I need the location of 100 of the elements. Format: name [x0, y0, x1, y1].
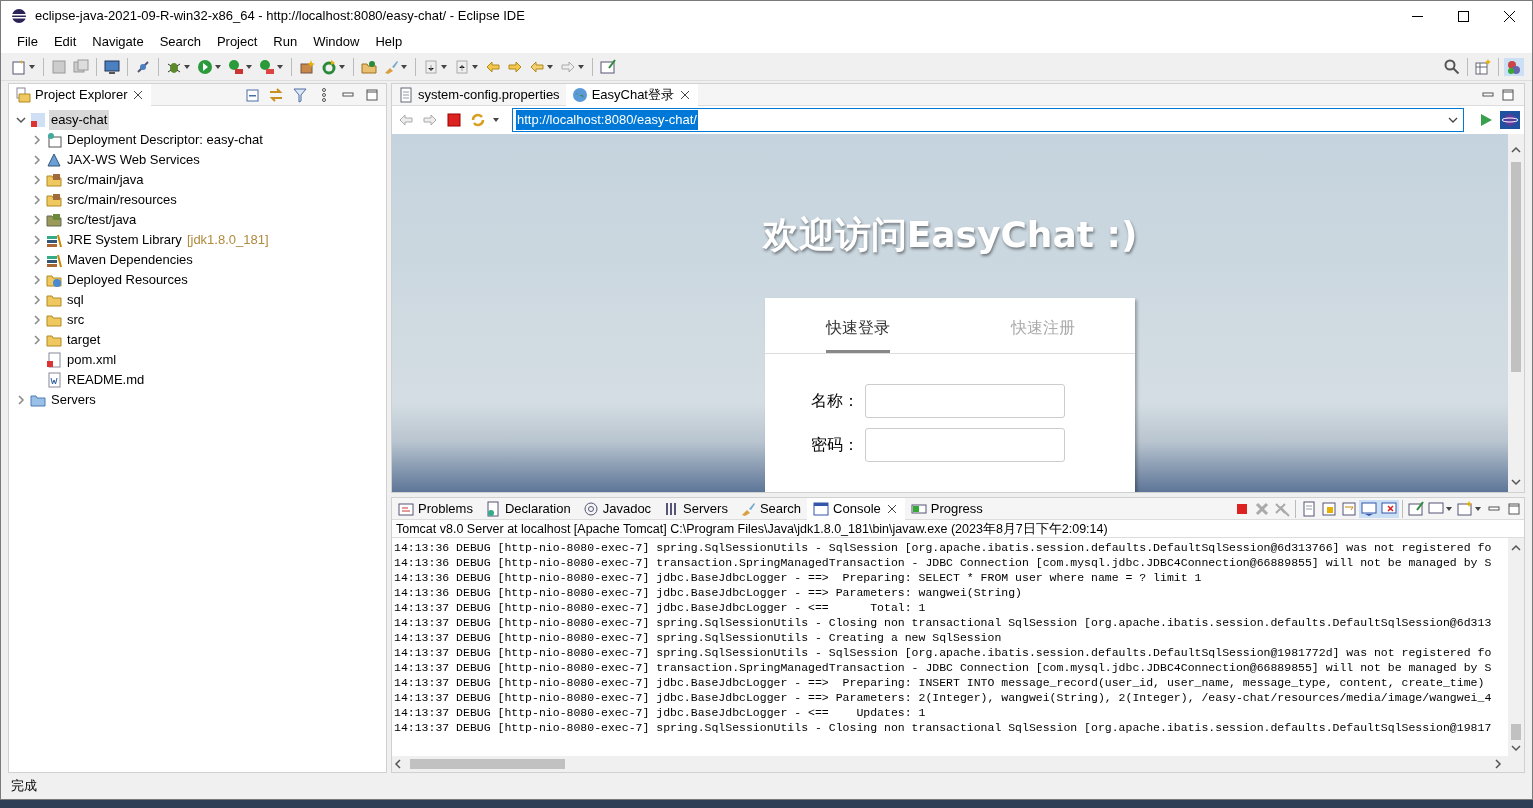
- tree-item[interactable]: JAX-WS Web Services: [65, 150, 202, 170]
- tree-item[interactable]: Maven Dependencies: [65, 250, 195, 270]
- folder-icon: [46, 312, 62, 328]
- window-title: eclipse-java-2021-09-R-win32-x86_64 - http://localhost:8080/easy-chat/ - Eclipse IDE: [35, 7, 526, 26]
- menu-item[interactable]: Window: [305, 32, 368, 52]
- eclipse-logo-icon: [11, 8, 27, 24]
- web-browser-button[interactable]: [1500, 111, 1520, 129]
- menu-item[interactable]: Edit: [45, 32, 85, 52]
- view-toolbar-button[interactable]: [290, 85, 310, 104]
- console-header: Tomcat v8.0 Server at localhost [Apache Tomcat] C:\Program Files\Java\jdk1.8.0_181\bin\javaw.exe (2023年8月7日下午2:09:14): [392, 520, 1524, 538]
- input-field[interactable]: [865, 428, 1065, 462]
- tree-item[interactable]: Deployment Descriptor: easy-chat: [65, 130, 265, 150]
- view-tab[interactable]: Progress: [904, 497, 989, 520]
- view-tab[interactable]: Declaration: [478, 497, 577, 520]
- folder-icon: [46, 332, 62, 348]
- close-icon: [1503, 10, 1515, 22]
- tree-item[interactable]: README.md: [65, 370, 147, 390]
- scroll-left-icon: [392, 758, 404, 770]
- menu-item[interactable]: Run: [265, 32, 306, 52]
- chevron-right-icon[interactable]: [31, 194, 43, 206]
- menu-item[interactable]: File: [9, 32, 46, 52]
- tree-item[interactable]: Servers: [49, 390, 98, 410]
- view-tab[interactable]: Servers: [657, 497, 734, 520]
- menu-item[interactable]: Project: [208, 32, 266, 52]
- view-toolbar-button[interactable]: [1455, 499, 1484, 518]
- view-toolbar-button[interactable]: [1319, 499, 1339, 518]
- view-toolbar-button[interactable]: [1359, 499, 1379, 518]
- tree-item[interactable]: sql: [65, 290, 86, 310]
- chevron-right-icon[interactable]: [31, 174, 43, 186]
- chevron-right-icon[interactable]: [31, 294, 43, 306]
- tree-item[interactable]: src: [65, 310, 87, 330]
- toolbar-button[interactable]: [598, 57, 618, 76]
- horizontal-scrollbar[interactable]: [392, 756, 1524, 772]
- tree-item[interactable]: src/main/resources: [65, 190, 179, 210]
- close-tab-button[interactable]: [678, 88, 692, 101]
- open-perspective-button[interactable]: [1473, 57, 1493, 76]
- address-field[interactable]: http://localhost:8080/easy-chat/: [512, 108, 1464, 132]
- tree-item[interactable]: target: [65, 330, 103, 350]
- login-tab[interactable]: 快速登录: [825, 316, 890, 353]
- editor-tab[interactable]: EasyChat登录: [565, 83, 698, 106]
- chevron-right-icon[interactable]: [31, 274, 43, 286]
- remove-all-icon: [1274, 500, 1290, 517]
- menu-item[interactable]: Help: [367, 32, 411, 52]
- chevron-right-icon[interactable]: [31, 314, 43, 326]
- view-tab[interactable]: Search: [733, 497, 808, 520]
- view-tab[interactable]: Console: [807, 497, 905, 520]
- chevron-right-icon[interactable]: [31, 134, 43, 146]
- tree-item[interactable]: easy-chat: [49, 110, 110, 130]
- chevron-right-icon[interactable]: [31, 334, 43, 346]
- console-line: 14:13:36 DEBUG [http-nio-8080-exec-7] jdbc.BaseJdbcLogger - ==> Parameters: wangwei(String): [394, 585, 1023, 600]
- chevron-down-icon[interactable]: [15, 114, 27, 126]
- xml-file-icon: [46, 352, 62, 368]
- console-line: 14:13:37 DEBUG [http-nio-8080-exec-7] spring.SqlSessionUtils - Creating a new SqlSession: [394, 630, 1003, 645]
- search-button[interactable]: [1442, 57, 1462, 76]
- view-tab[interactable]: Javadoc: [576, 497, 658, 520]
- vertical-scrollbar[interactable]: [1508, 538, 1524, 756]
- save-all-icon: [73, 58, 89, 75]
- chevron-right-icon[interactable]: [31, 234, 43, 246]
- toolbar-button[interactable]: [102, 57, 122, 76]
- input-field[interactable]: [865, 384, 1065, 418]
- view-tab[interactable]: Problems: [392, 497, 479, 520]
- breakpoint-icon: [135, 58, 151, 75]
- browser-button[interactable]: [444, 111, 464, 129]
- chevron-right-icon[interactable]: [31, 214, 43, 226]
- view-toolbar-button[interactable]: [1339, 499, 1359, 518]
- library-icon: [46, 252, 62, 268]
- view-toolbar-button[interactable]: [1379, 499, 1399, 518]
- menu-item[interactable]: Search: [151, 32, 209, 52]
- monitor-icon: [104, 58, 120, 75]
- tree-item[interactable]: pom.xml: [65, 350, 119, 370]
- tree-item[interactable]: src/test/java: [65, 210, 139, 230]
- view-toolbar-button[interactable]: [1406, 499, 1426, 518]
- show-error-icon: [1381, 500, 1397, 517]
- forward-icon: [422, 112, 438, 128]
- refresh-icon: [321, 58, 337, 75]
- scroll-down-icon: [1510, 742, 1522, 754]
- chevron-right-icon[interactable]: [31, 154, 43, 166]
- refresh-icon: [470, 112, 486, 128]
- status-text: 完成: [11, 777, 37, 796]
- toolbar-button[interactable]: [226, 57, 255, 76]
- scrollbar-thumb[interactable]: [1511, 724, 1521, 740]
- tree-item[interactable]: JRE System Library: [65, 230, 184, 250]
- scrollbar-thumb[interactable]: [410, 759, 565, 769]
- brush-icon: [383, 58, 399, 75]
- toolbar-button[interactable]: [9, 57, 38, 76]
- chevron-right-icon[interactable]: [15, 394, 27, 406]
- package-folder-icon: [46, 172, 62, 188]
- tree-item[interactable]: Deployed Resources: [65, 270, 190, 290]
- scrollbar-thumb[interactable]: [1511, 162, 1521, 372]
- remove-icon: [1254, 500, 1270, 517]
- menu-item[interactable]: Navigate: [84, 32, 152, 52]
- chevron-right-icon[interactable]: [31, 254, 43, 266]
- console-line: 14:13:37 DEBUG [http-nio-8080-exec-7] transaction.SpringManagedTransaction - JDBC Connection [com.mysql.jdbc.JDBC4Connection@66889855] will not be managed by S: [394, 660, 1493, 675]
- vertical-scrollbar[interactable]: [1508, 134, 1524, 492]
- folder-icon: [30, 392, 46, 408]
- editor-tab[interactable]: system-config.properties: [392, 83, 566, 106]
- open-folder-icon: [361, 58, 377, 75]
- toolbar-button[interactable]: [195, 57, 224, 76]
- toolbar-button[interactable]: [257, 57, 286, 76]
- tree-item[interactable]: src/main/java: [65, 170, 146, 190]
